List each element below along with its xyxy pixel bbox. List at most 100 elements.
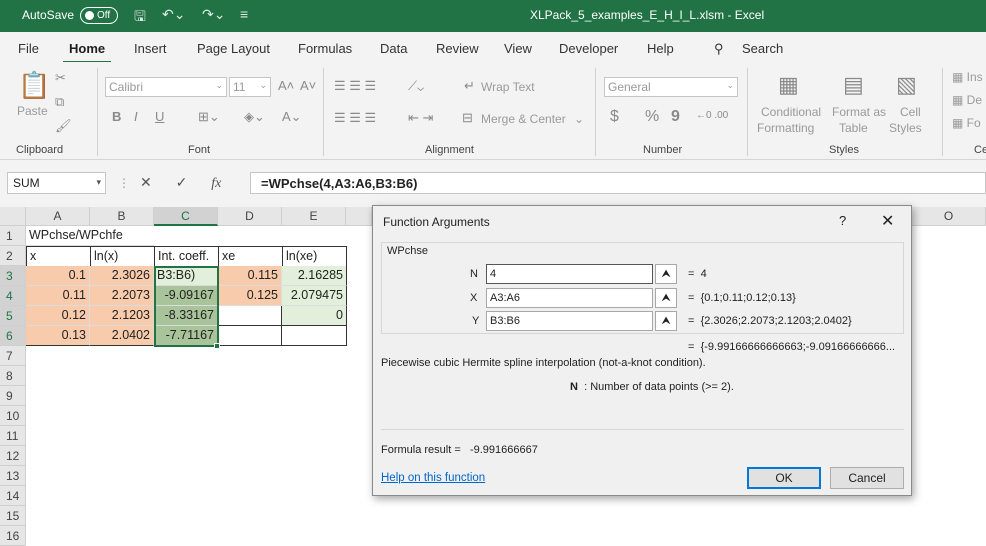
column-header-d[interactable]: D [218,207,282,226]
italic-button[interactable]: I [134,109,138,124]
underline-button[interactable]: U [155,109,164,124]
cell-d6[interactable] [218,326,282,346]
tab-help[interactable]: Help [647,41,674,56]
conditional-formatting-icon[interactable]: ▦ [778,72,799,98]
cell-c3[interactable]: B3:B6) [154,266,218,286]
insert-function-button[interactable]: fx [211,176,221,191]
insert-cells-button[interactable]: ▦ Ins [952,70,983,84]
bold-button[interactable]: B [112,109,121,124]
merge-center-button[interactable]: Merge & Center [481,112,566,126]
wrap-text-button[interactable]: Wrap Text [481,80,535,94]
cell-styles-button[interactable]: Cell [900,105,921,119]
redo-icon[interactable]: ↷⌄ [202,6,225,23]
column-header-e[interactable]: E [282,207,346,226]
cell-e5[interactable]: 0 [282,306,347,326]
column-header-b[interactable]: B [90,207,154,226]
cell-a1[interactable]: WPchse/WPchfe [26,226,154,246]
paste-icon[interactable]: 📋 [18,70,50,101]
cell-a6[interactable]: 0.13 [26,326,90,346]
cell-a3[interactable]: 0.1 [26,266,90,286]
format-as-table-icon[interactable]: ▤ [843,72,864,98]
cell-a4[interactable]: 0.11 [26,286,90,306]
tab-page-layout[interactable]: Page Layout [197,41,270,56]
tab-developer[interactable]: Developer [559,41,618,56]
wrap-text-icon[interactable]: ↵ [464,78,475,94]
format-painter-icon[interactable]: 🖌 [55,118,72,134]
increase-font-icon[interactable]: A˄ [278,78,294,93]
search-icon[interactable]: ⚲ [714,41,724,57]
cell-d2[interactable]: xe [218,246,283,267]
font-color-icon[interactable]: A⌄ [282,109,302,125]
decrease-font-icon[interactable]: A˅ [300,78,316,93]
row-header[interactable]: 9 [0,386,26,406]
row-header[interactable]: 10 [0,406,26,426]
format-as-table-button[interactable]: Format as [832,105,886,119]
merge-center-icon[interactable]: ⊟ [462,110,473,126]
indent-icon[interactable]: ⇤ ⇥ [408,110,433,126]
tab-search[interactable]: Search [742,41,783,56]
delete-cells-button[interactable]: ▦ De [952,93,982,107]
cell-d3[interactable]: 0.115 [218,266,282,286]
row-header[interactable]: 3 [0,266,26,286]
tab-home[interactable]: Home [62,41,112,64]
currency-button[interactable]: $ [610,108,619,126]
collapse-dialog-icon[interactable]: ⮝ [655,311,677,331]
cancel-entry-icon[interactable]: ✕ [140,174,152,190]
cell-e6[interactable] [282,326,347,346]
row-header[interactable]: 15 [0,506,26,526]
cancel-button[interactable]: Cancel [830,467,904,489]
arg-input-y[interactable]: B3:B6 [486,311,653,331]
row-header[interactable]: 11 [0,426,26,446]
column-header-o[interactable]: O [912,207,986,226]
align-left-icon[interactable]: ☰ ☰ ☰ [334,110,376,126]
cell-b6[interactable]: 2.0402 [90,326,154,346]
tab-insert[interactable]: Insert [134,41,167,56]
column-header-a[interactable]: A [26,207,90,226]
cell-b4[interactable]: 2.2073 [90,286,154,306]
help-link[interactable]: Help on this function [381,472,485,484]
autosave-toggle[interactable]: Off [80,7,118,24]
undo-icon[interactable]: ↶⌄ [162,6,185,23]
font-size-box[interactable]: 11 ⌄ [229,77,271,97]
fill-color-icon[interactable]: ◈⌄ [244,109,265,125]
tab-view[interactable]: View [504,41,532,56]
cell-c4[interactable]: -9.09167 [154,286,218,306]
cell-b5[interactable]: 2.1203 [90,306,154,326]
column-header-c[interactable]: C [154,207,218,226]
comma-button[interactable]: 9 [671,108,680,126]
row-header[interactable]: 8 [0,366,26,386]
customize-qat-icon[interactable]: ≡ [240,6,248,22]
confirm-entry-icon[interactable]: ✓ [176,174,188,190]
cut-icon[interactable]: ✂ [55,70,66,86]
cell-e3[interactable]: 2.16285 [282,266,347,286]
arg-input-x[interactable]: A3:A6 [486,288,653,308]
cell-a5[interactable]: 0.12 [26,306,90,326]
cell-styles-icon[interactable]: ▧ [896,72,917,98]
row-header[interactable]: 16 [0,526,26,546]
cell-d4[interactable]: 0.125 [218,286,282,306]
select-all-corner[interactable] [0,207,26,226]
format-cells-button[interactable]: ▦ Fo [952,116,981,130]
row-header[interactable]: 4 [0,286,26,306]
tab-file[interactable]: File [18,41,39,56]
help-button[interactable]: ? [839,213,846,228]
tab-formulas[interactable]: Formulas [298,41,352,56]
merge-dropdown-icon[interactable]: ⌄ [574,112,584,126]
increase-decimal-icon[interactable]: ←0 .00 [696,110,728,121]
cell-c5[interactable]: -8.33167 [154,306,218,326]
row-header[interactable]: 5 [0,306,26,326]
cell-c2[interactable]: Int. coeff. [154,246,219,267]
copy-icon[interactable]: ⧉ [55,94,64,110]
close-icon[interactable]: ✕ [881,211,894,231]
row-header[interactable]: 1 [0,226,26,246]
tab-review[interactable]: Review [436,41,479,56]
cell-a2[interactable]: x [26,246,91,267]
row-header[interactable]: 2 [0,246,26,266]
collapse-dialog-icon[interactable]: ⮝ [655,288,677,308]
font-name-box[interactable]: Calibri ⌄ [105,77,227,97]
arg-input-n[interactable]: 4 [486,264,653,284]
column-header-f[interactable] [346,207,372,226]
cell-b3[interactable]: 2.3026 [90,266,154,286]
cell-c6[interactable]: -7.71167 [154,326,218,346]
formula-input[interactable]: =WPchse(4,A3:A6,B3:B6) [250,172,986,194]
